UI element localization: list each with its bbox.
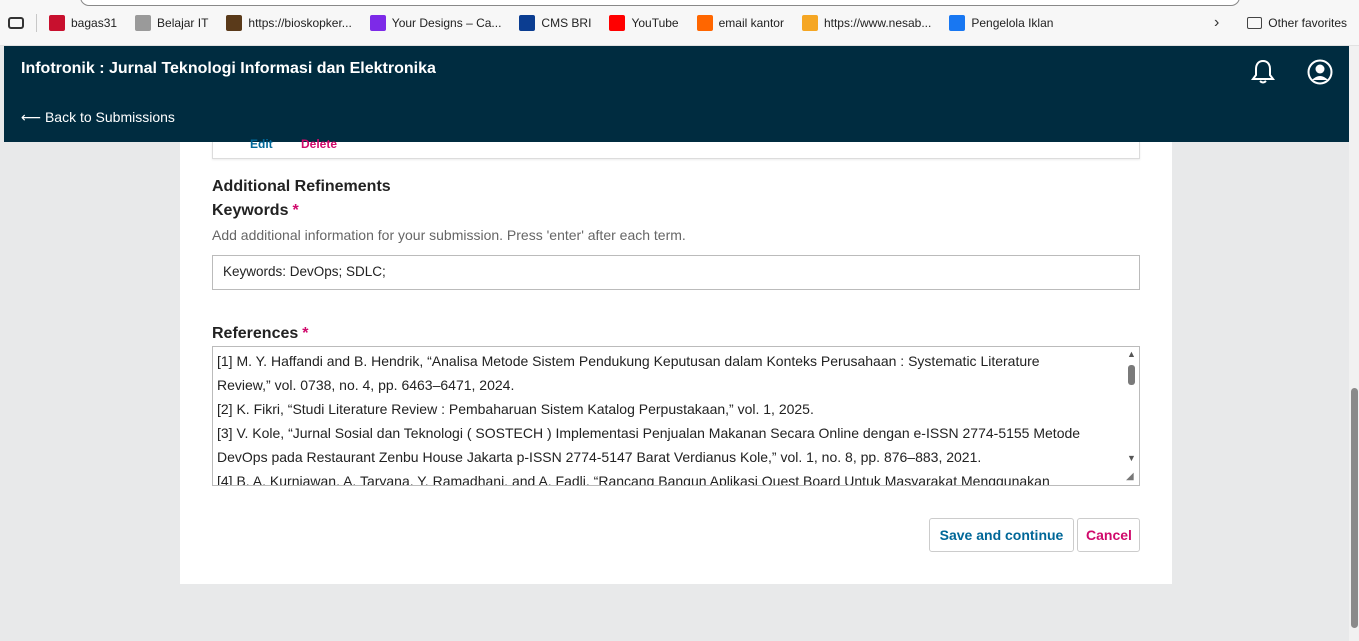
bookmark-item[interactable]: Belajar IT <box>135 14 209 31</box>
bookmark-label: Pengelola Iklan <box>971 15 1054 30</box>
save-and-continue-button[interactable]: Save and continue <box>929 518 1074 552</box>
cancel-button[interactable]: Cancel <box>1077 518 1140 552</box>
other-favorites-label: Other favorites <box>1268 16 1347 30</box>
keywords-label: Keywords * <box>212 202 299 220</box>
references-textarea[interactable]: [1] M. Y. Haffandi and B. Hendrik, “Anal… <box>212 346 1140 486</box>
belajar-it-icon <box>135 14 152 31</box>
references-text: [1] M. Y. Haffandi and B. Hendrik, “Anal… <box>217 349 1117 486</box>
references-label: References * <box>212 325 309 343</box>
nesab-icon <box>801 14 818 31</box>
bookmark-item[interactable]: Pengelola Iklan <box>949 14 1054 31</box>
bookmark-label: Your Designs – Ca... <box>391 15 502 30</box>
other-favorites[interactable]: Other favorites <box>1247 16 1347 30</box>
bookmark-item[interactable]: https://bioskopker... <box>226 14 352 31</box>
required-mark: * <box>292 202 299 219</box>
page-scrollbar-thumb[interactable] <box>1351 388 1358 628</box>
address-bar[interactable] <box>80 0 1240 6</box>
bookmark-item[interactable]: Your Designs – Ca... <box>369 14 502 31</box>
bookmarks-bar: bagas31 Belajar IT https://bioskopker... Yo… <box>0 0 1359 46</box>
canva-icon <box>369 14 386 31</box>
reading-list-icon[interactable] <box>8 16 24 29</box>
scroll-down-icon[interactable]: ▼ <box>1127 453 1136 463</box>
bagas31-icon <box>49 14 65 31</box>
section-title: Additional Refinements <box>212 178 391 195</box>
keywords-input[interactable]: Keywords: DevOps; SDLC; <box>212 255 1140 290</box>
journal-title: Infotronik : Jurnal Teknologi Informasi … <box>21 60 436 77</box>
keywords-description: Add additional information for your subm… <box>212 227 686 243</box>
reference-line: [3] V. Kole, “Jurnal Sosial dan Teknolog… <box>217 425 1081 441</box>
keywords-label-text: Keywords <box>212 202 289 219</box>
reference-line: DevOps pada Restaurant Zenbu House Jakar… <box>217 449 982 465</box>
more-bookmarks-chevron-icon[interactable]: › <box>1214 14 1219 32</box>
cms-icon <box>519 14 536 31</box>
required-mark: * <box>302 325 309 342</box>
facebook-icon <box>949 14 966 31</box>
reference-line: [4] B. A. Kurniawan, A. Taryana, Y. Rama… <box>217 473 1050 486</box>
reference-line: [1] M. Y. Haffandi and B. Hendrik, “Anal… <box>217 353 1040 369</box>
youtube-icon <box>609 14 626 31</box>
bookmark-item[interactable]: bagas31 <box>49 14 118 31</box>
reference-line: Review,” vol. 0738, no. 4, pp. 6463–6471… <box>217 377 515 393</box>
notification-bell-icon[interactable] <box>1251 59 1275 85</box>
scroll-up-icon[interactable]: ▲ <box>1127 349 1136 359</box>
bioskop-icon <box>226 14 243 31</box>
bookmark-label: CMS BRI <box>541 15 592 30</box>
contributor-card: Edit Delete <box>212 137 1140 159</box>
references-label-text: References <box>212 325 299 342</box>
bookmark-label: https://www.nesab... <box>823 15 932 30</box>
app-header: Infotronik : Jurnal Teknologi Informasi … <box>4 46 1349 142</box>
references-scrollbar-thumb[interactable] <box>1128 365 1135 385</box>
bookmarks-divider <box>36 13 37 32</box>
bookmark-item[interactable]: CMS BRI <box>519 14 592 31</box>
resize-handle-icon[interactable]: ◢ <box>1126 471 1134 482</box>
back-to-submissions-link[interactable]: ⟵ Back to Submissions <box>21 109 175 126</box>
bookmark-label: https://bioskopker... <box>248 15 352 30</box>
bookmark-label: YouTube <box>631 15 679 30</box>
bookmark-item[interactable]: email kantor <box>696 14 784 31</box>
delete-link[interactable]: Delete <box>301 137 337 151</box>
bookmark-label: email kantor <box>718 15 784 30</box>
bookmark-label: bagas31 <box>71 15 118 30</box>
bookmark-label: Belajar IT <box>157 15 209 30</box>
bookmark-item[interactable]: https://www.nesab... <box>801 14 932 31</box>
folder-icon <box>1247 17 1263 29</box>
user-account-icon[interactable] <box>1307 59 1333 85</box>
bookmark-item[interactable]: YouTube <box>609 14 679 31</box>
reference-line: [2] K. Fikri, “Studi Literature Review :… <box>217 401 814 417</box>
edit-link[interactable]: Edit <box>250 137 273 151</box>
email-icon <box>696 14 713 31</box>
references-scrollbar[interactable]: ▲ ▼ ◢ <box>1123 347 1139 485</box>
